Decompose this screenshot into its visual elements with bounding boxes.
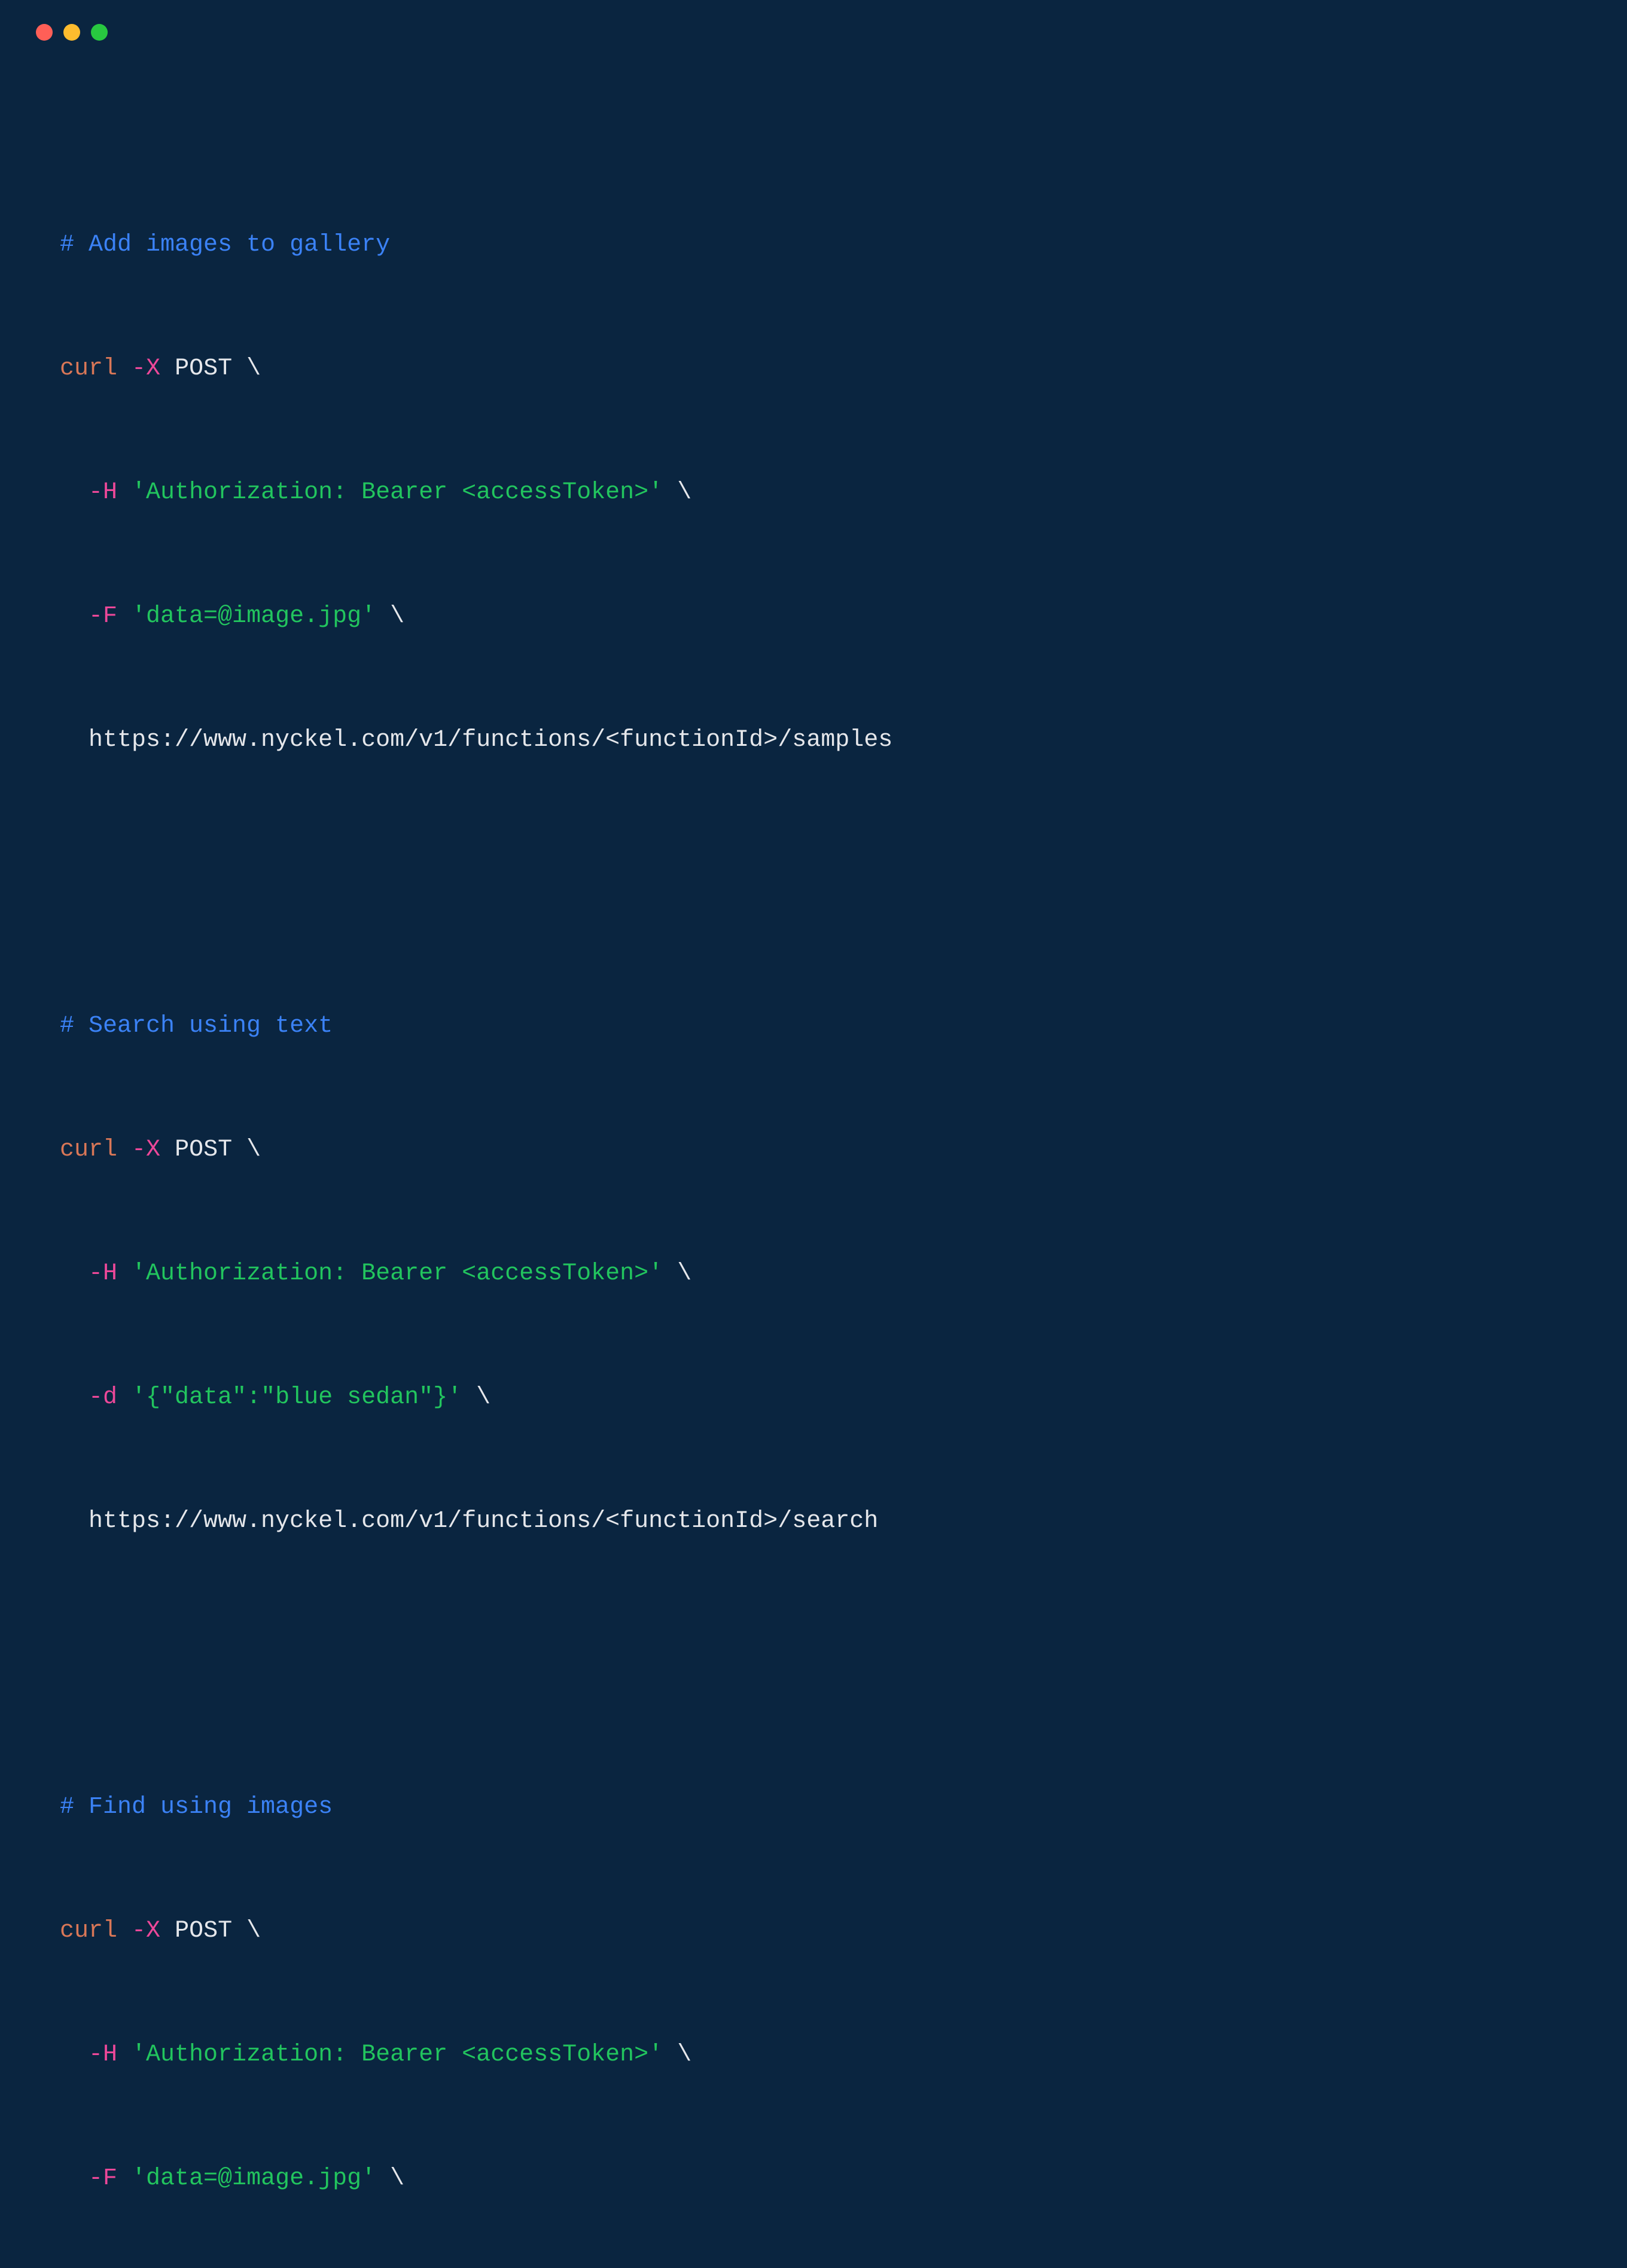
backslash: \ <box>246 1918 261 1944</box>
flag: -H <box>89 2041 117 2068</box>
code-line: -F 'data=@image.jpg' \ <box>60 593 1567 640</box>
backslash: \ <box>677 1260 691 1287</box>
flag: -X <box>132 1918 160 1944</box>
blank-line <box>60 1621 1567 1669</box>
string: 'Authorization: Bearer <accessToken>' <box>132 479 663 506</box>
code-line: -H 'Authorization: Bearer <accessToken>'… <box>60 2031 1567 2078</box>
command: curl <box>60 1136 117 1163</box>
string: 'data=@image.jpg' <box>132 2165 376 2192</box>
maximize-icon[interactable] <box>91 24 108 41</box>
backslash: \ <box>246 1136 261 1163</box>
string: 'Authorization: Bearer <accessToken>' <box>132 2041 663 2068</box>
flag: -H <box>89 1260 117 1287</box>
code-line: https://www.nyckel.com/v1/functions/<fun… <box>60 717 1567 764</box>
code-line: -F 'data=@image.jpg' \ <box>60 2155 1567 2202</box>
string: '{"data":"blue sedan"}' <box>132 1384 462 1411</box>
backslash: \ <box>677 479 691 506</box>
close-icon[interactable] <box>36 24 53 41</box>
string: 'data=@image.jpg' <box>132 603 376 630</box>
comment: # Add images to gallery <box>60 231 390 258</box>
code-line: # Add images to gallery <box>60 221 1567 269</box>
code-line: # Find using images <box>60 1784 1567 1831</box>
method: POST <box>175 1136 232 1163</box>
backslash: \ <box>246 355 261 382</box>
method: POST <box>175 1918 232 1944</box>
code-line: # Search using text <box>60 1002 1567 1050</box>
flag: -F <box>89 2165 117 2192</box>
flag: -F <box>89 603 117 630</box>
string: 'Authorization: Bearer <accessToken>' <box>132 1260 663 1287</box>
backslash: \ <box>390 2165 404 2192</box>
code-line: curl -X POST \ <box>60 1126 1567 1173</box>
code-line: curl -X POST \ <box>60 345 1567 392</box>
code-line: https://www.nyckel.com/v1/functions/<fun… <box>60 1498 1567 1545</box>
backslash: \ <box>677 2041 691 2068</box>
code-line: -d '{"data":"blue sedan"}' \ <box>60 1374 1567 1421</box>
code-line: -H 'Authorization: Bearer <accessToken>'… <box>60 1250 1567 1297</box>
blank-line <box>60 840 1567 888</box>
flag: -X <box>132 1136 160 1163</box>
backslash: \ <box>476 1384 490 1411</box>
comment: # Find using images <box>60 1794 333 1821</box>
url: https://www.nyckel.com/v1/functions/<fun… <box>89 727 892 754</box>
backslash: \ <box>390 603 404 630</box>
code-area[interactable]: # Add images to gallery curl -X POST \ -… <box>0 53 1627 2268</box>
flag: -H <box>89 479 117 506</box>
code-line: -H 'Authorization: Bearer <accessToken>'… <box>60 469 1567 516</box>
flag: -X <box>132 355 160 382</box>
method: POST <box>175 355 232 382</box>
comment: # Search using text <box>60 1013 333 1040</box>
titlebar <box>0 0 1627 53</box>
minimize-icon[interactable] <box>63 24 80 41</box>
terminal-window: # Add images to gallery curl -X POST \ -… <box>0 0 1627 1134</box>
command: curl <box>60 355 117 382</box>
code-line: curl -X POST \ <box>60 1907 1567 1955</box>
command: curl <box>60 1918 117 1944</box>
flag: -d <box>89 1384 117 1411</box>
url: https://www.nyckel.com/v1/functions/<fun… <box>89 1508 878 1535</box>
